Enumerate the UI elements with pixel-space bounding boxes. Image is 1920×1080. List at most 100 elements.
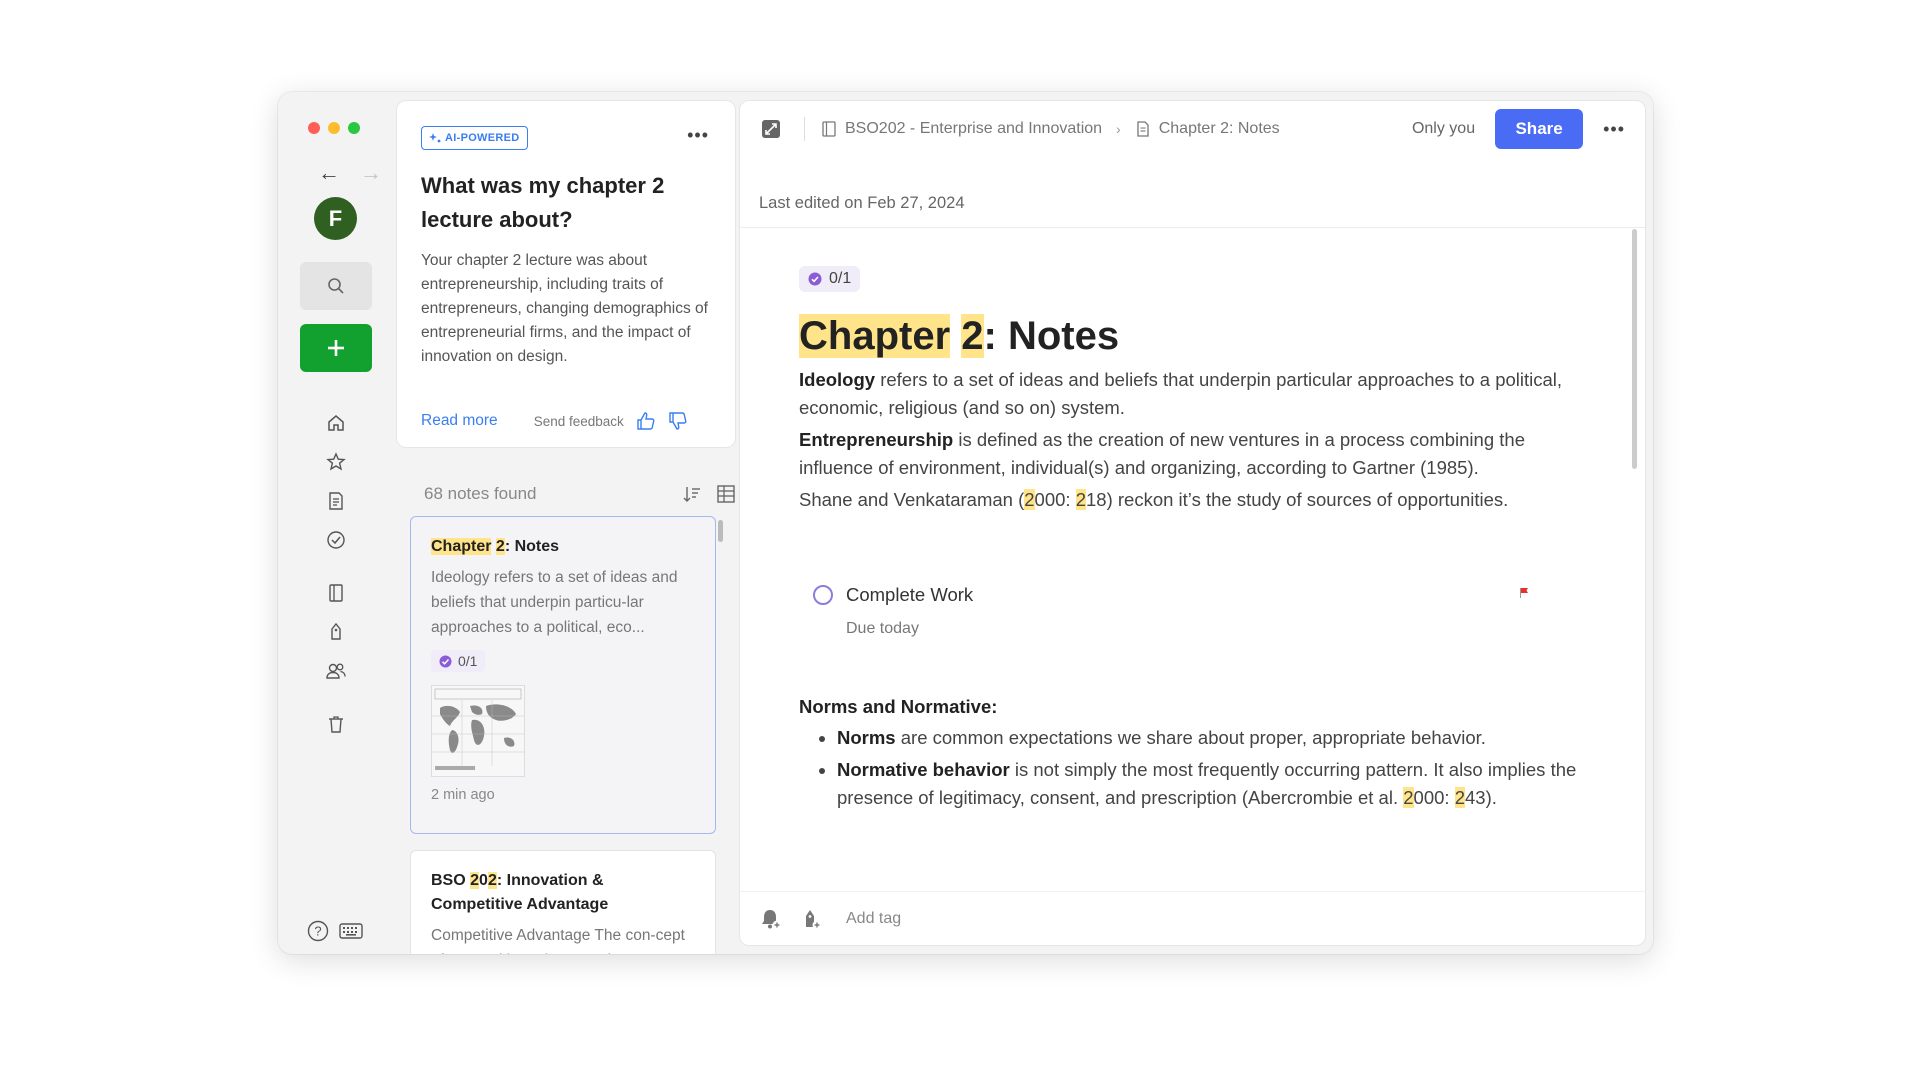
app-window: ← → F ? AI-POWERED ••• What was my chapt…: [278, 92, 1653, 954]
highlight: 2: [470, 872, 480, 889]
zoom-window-button[interactable]: [348, 122, 360, 134]
list-item: Normative behavior is not simply the mos…: [837, 756, 1589, 812]
minimize-window-button[interactable]: [328, 122, 340, 134]
task-item: Complete Work: [813, 584, 1529, 606]
add-reminder-icon[interactable]: [760, 908, 782, 930]
task-progress-badge: 0/1: [431, 650, 486, 672]
editor-actions: Only you Share •••: [1412, 109, 1625, 149]
text: Shane and Venkataraman (: [799, 489, 1025, 510]
plus-icon: [328, 340, 344, 356]
note-timestamp: 2 min ago: [431, 786, 495, 803]
highlight: 2: [1403, 787, 1414, 808]
tag-icon: [331, 622, 341, 640]
home-nav-button[interactable]: [325, 412, 347, 434]
text: BSO: [431, 872, 471, 889]
note-title: Chapter 2: Notes: [431, 535, 695, 559]
visibility-label[interactable]: Only you: [1412, 120, 1475, 138]
window-controls: [308, 122, 360, 134]
history-nav: ← →: [318, 160, 382, 186]
term: Norms: [837, 727, 896, 748]
last-edited-label: Last edited on Feb 27, 2024: [759, 194, 965, 212]
note-card-selected[interactable]: Chapter 2: Notes Ideology refers to a se…: [410, 516, 716, 834]
keyboard-icon[interactable]: [339, 922, 363, 940]
notes-nav-button[interactable]: [325, 490, 347, 512]
note-title: BSO 202: Innovation & Competitive Advant…: [431, 869, 695, 917]
highlight: 2: [495, 538, 505, 555]
text: refers to a set of ideas and beliefs tha…: [799, 369, 1563, 418]
tasks-nav-button[interactable]: [325, 529, 347, 551]
paragraph-entrepreneurship: Entrepreneurship is defined as the creat…: [799, 426, 1589, 482]
highlight: 2: [1024, 489, 1035, 510]
notebooks-nav-button[interactable]: [325, 582, 347, 604]
badge-label: AI-POWERED: [445, 132, 520, 144]
task-label[interactable]: Complete Work: [846, 584, 973, 606]
help-icon[interactable]: ?: [307, 920, 329, 942]
back-arrow-icon[interactable]: ←: [318, 160, 340, 186]
expand-button[interactable]: [760, 118, 782, 140]
editor-scrollbar[interactable]: [1632, 229, 1637, 469]
list-controls: [682, 484, 736, 504]
paragraph-ideology: Ideology refers to a set of ideas and be…: [799, 366, 1589, 422]
world-map-thumbnail: [432, 685, 524, 776]
ai-question: What was my chapter 2 lecture about?: [421, 173, 665, 232]
forward-arrow-icon[interactable]: →: [360, 160, 382, 186]
check-badge-icon: [808, 272, 822, 286]
term: Ideology: [799, 369, 876, 390]
note-card[interactable]: BSO 202: Innovation & Competitive Advant…: [410, 850, 716, 954]
note-content[interactable]: 0/1 Chapter 2: Notes Ideology refers to …: [799, 266, 1589, 816]
thumbs-up-icon: [637, 412, 655, 430]
term: Entrepreneurship: [799, 429, 954, 450]
breadcrumb-notebook[interactable]: BSO202 - Enterprise and Innovation: [845, 120, 1102, 138]
share-button[interactable]: Share: [1495, 109, 1584, 149]
new-note-button[interactable]: [300, 324, 372, 372]
note-editor: BSO202 - Enterprise and Innovation › Cha…: [739, 100, 1646, 946]
trash-nav-button[interactable]: [325, 713, 347, 735]
text: : Notes: [504, 538, 560, 555]
ai-answer: Your chapter 2 lecture was about entrepr…: [421, 252, 708, 365]
paragraph-shane: Shane and Venkataraman (2000: 218) recko…: [799, 486, 1589, 514]
expand-icon: [762, 120, 780, 138]
progress-text: 0/1: [458, 653, 478, 669]
text: 0: [479, 872, 488, 889]
search-button[interactable]: [300, 262, 372, 310]
sort-icon[interactable]: [682, 484, 702, 504]
highlight: 2: [961, 314, 984, 358]
thumbs-up-button[interactable]: [636, 411, 656, 431]
thumbs-down-button[interactable]: [668, 411, 688, 431]
list-item: Norms are common expectations we share a…: [837, 724, 1589, 752]
text: are common expectations we share about p…: [895, 727, 1486, 748]
more-options-icon[interactable]: •••: [1603, 119, 1625, 140]
note-title[interactable]: Chapter 2: Notes: [799, 310, 1589, 362]
task-checkbox[interactable]: [813, 585, 833, 605]
table-view-icon[interactable]: [716, 484, 736, 504]
editor-footer: Add tag: [740, 891, 1645, 945]
text: [950, 314, 961, 358]
check-badge-icon: [439, 655, 452, 667]
shared-nav-button[interactable]: [325, 660, 347, 682]
breadcrumb: BSO202 - Enterprise and Innovation › Cha…: [821, 120, 1280, 138]
notes-list-scrollbar[interactable]: [718, 520, 723, 542]
send-feedback-label: Send feedback: [533, 413, 624, 429]
task-progress-badge[interactable]: 0/1: [799, 266, 861, 292]
term: Normative behavior: [837, 759, 1010, 780]
highlight: 2: [487, 872, 497, 889]
shortcuts-nav-button[interactable]: [325, 451, 347, 473]
notes-list-header: 68 notes found: [424, 484, 736, 504]
add-tag-icon[interactable]: [800, 908, 822, 930]
check-circle-icon: [327, 531, 345, 549]
flag-icon[interactable]: [1519, 586, 1529, 604]
svg-text:?: ?: [314, 924, 321, 939]
close-window-button[interactable]: [308, 122, 320, 134]
breadcrumb-note[interactable]: Chapter 2: Notes: [1159, 120, 1280, 138]
tags-nav-button[interactable]: [325, 621, 347, 643]
task-due-date: Due today: [846, 620, 919, 637]
avatar[interactable]: F: [314, 197, 357, 240]
text: 43).: [1465, 787, 1497, 808]
more-options-icon[interactable]: •••: [687, 125, 709, 146]
header-divider: [740, 227, 1645, 228]
add-tag-button[interactable]: Add tag: [846, 910, 901, 928]
highlight: Chapter: [431, 538, 492, 555]
text: 000:: [1413, 787, 1455, 808]
read-more-link[interactable]: Read more: [421, 412, 498, 430]
notebook-icon: [822, 121, 836, 137]
